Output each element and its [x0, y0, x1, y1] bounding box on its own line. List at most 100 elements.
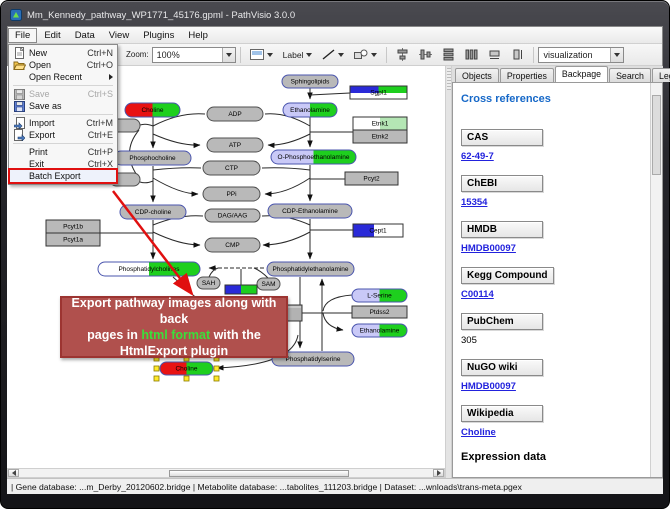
menu-data[interactable]: Data [68, 28, 102, 43]
visualization-dropdown-arrow-icon[interactable] [610, 48, 623, 62]
crossref-link[interactable]: HMDB00097 [461, 381, 646, 392]
menu-file[interactable]: File [8, 28, 37, 43]
pathway-node-pcyt2[interactable]: Pcyt2 [345, 172, 398, 185]
pathway-node-phosphatidylcholines[interactable]: Phosphatidylcholines [98, 262, 200, 276]
crossref-link[interactable]: 62-49-7 [461, 151, 646, 162]
scroll-right-button[interactable] [433, 469, 444, 477]
crossref-link[interactable]: 15354 [461, 197, 646, 208]
pathway-node-etnk1[interactable]: Etnk1 [353, 117, 407, 130]
file-menu-item-batch-export[interactable]: Batch Export [10, 170, 116, 182]
pathway-node-cept1[interactable]: Cept1 [353, 224, 403, 237]
crossref-link[interactable]: Choline [461, 427, 646, 438]
panel-scrollbar[interactable] [650, 83, 662, 477]
file-menu-item-new[interactable]: NewCtrl+N [10, 47, 116, 59]
common-height-button[interactable] [506, 46, 529, 64]
tab-backpage[interactable]: Backpage [555, 66, 608, 82]
pathway-node-sam[interactable]: SAM [257, 278, 280, 290]
node-label: Phosphocholine [129, 155, 176, 162]
file-menu-item-save-as[interactable]: Save as [10, 100, 116, 112]
file-menu-item-print[interactable]: PrintCtrl+P [10, 146, 116, 158]
pathway-node-ethanolamine-2[interactable]: Ethanolamine [352, 324, 407, 337]
common-width-button[interactable] [483, 46, 506, 64]
menu-edit[interactable]: Edit [37, 28, 67, 43]
menu-item-shortcut: Ctrl+S [88, 89, 113, 99]
pathway-node-dag-aag[interactable]: DAG/AAG [205, 209, 260, 222]
selection-handle[interactable] [214, 366, 219, 371]
file-menu-item-import[interactable]: ImportCtrl+M [10, 117, 116, 129]
shape-tool-button[interactable] [349, 46, 382, 64]
node-label: Choline [141, 107, 163, 114]
pathway-node-ctp[interactable]: CTP [203, 161, 260, 175]
splitter-handle-icon[interactable] [447, 68, 451, 90]
tab-objects[interactable]: Objects [455, 68, 499, 82]
align-vertical-center-button[interactable] [414, 46, 437, 64]
pathway-node-sphingolipids[interactable]: Sphingolipids [282, 75, 338, 88]
expression-data-heading: Expression data [461, 451, 646, 463]
panel-splitter[interactable] [445, 66, 452, 478]
pathway-node-o-phosphoethanolamine[interactable]: O-Phosphoethanolamine [271, 150, 356, 164]
menu-item-shortcut: Ctrl+O [87, 60, 113, 70]
crossref-link[interactable]: HMDB00097 [461, 243, 646, 254]
label-tool-button[interactable]: Label [278, 46, 318, 64]
pathway-node-choline-selected[interactable]: Choline [154, 356, 219, 381]
save-icon [12, 89, 27, 100]
scroll-left-button[interactable] [8, 469, 19, 477]
align-horizontal-center-button[interactable] [391, 46, 414, 64]
pathway-node-pemt-box[interactable] [225, 285, 257, 294]
file-menu-item-export[interactable]: ExportCtrl+E [10, 129, 116, 141]
pathway-node-cdp-choline[interactable]: CDP-choline [120, 205, 186, 219]
selection-handle[interactable] [154, 376, 159, 381]
selection-handle[interactable] [154, 366, 159, 371]
menu-item-shortcut: Ctrl+X [88, 159, 113, 169]
canvas-horizontal-scrollbar[interactable] [7, 468, 445, 478]
menu-item-label: Save [27, 89, 88, 99]
pathway-node-cdp-ethanolamine[interactable]: CDP-Ethanolamine [268, 204, 352, 218]
file-menu-item-save[interactable]: SaveCtrl+S [10, 88, 116, 100]
menu-item-label: Batch Export [27, 171, 113, 181]
saveas-icon [12, 101, 27, 112]
file-menu-item-open-recent[interactable]: Open Recent [10, 71, 116, 83]
tab-search[interactable]: Search [609, 68, 651, 82]
pathway-node-l-serine[interactable]: L-Serine [352, 289, 407, 302]
pathway-node-phosphocholine[interactable]: Phosphocholine [114, 151, 191, 165]
selection-handle[interactable] [214, 376, 219, 381]
file-menu-item-exit[interactable]: ExitCtrl+X [10, 158, 116, 170]
pathway-node-ptdss2[interactable]: Ptdss2 [352, 306, 407, 318]
datanode-tool-button[interactable] [245, 46, 278, 64]
pathway-node-cmp[interactable]: CMP [205, 238, 260, 252]
pathway-node-adp[interactable]: ADP [207, 107, 263, 121]
file-menu-item-open[interactable]: OpenCtrl+O [10, 59, 116, 71]
visualization-combobox[interactable]: visualization [538, 47, 624, 63]
zoom-combobox[interactable]: 100% [152, 47, 236, 63]
align-vertical-center-icon [419, 48, 432, 61]
node-label: Ethanolamine [360, 328, 400, 335]
tab-properties[interactable]: Properties [500, 68, 554, 82]
pathway-node-etnk2[interactable]: Etnk2 [353, 130, 407, 143]
pathway-node-pcyt1b[interactable]: Pcyt1b [46, 220, 100, 233]
panel-scrollbar-thumb[interactable] [652, 95, 661, 175]
selection-handle[interactable] [184, 376, 189, 381]
pathway-node-ethanolamine[interactable]: Ethanolamine [283, 103, 337, 117]
zoom-dropdown-arrow-icon[interactable] [222, 48, 235, 62]
menu-plugins[interactable]: Plugins [136, 28, 181, 43]
menu-item-shortcut: Ctrl+P [88, 147, 113, 157]
pathway-node-sah[interactable]: SAH [197, 277, 220, 289]
pathway-node-pcyt1a[interactable]: Pcyt1a [46, 233, 100, 246]
menu-view[interactable]: View [102, 28, 136, 43]
pathway-node-choline[interactable]: Choline [125, 103, 180, 117]
annotation-line-2: pages in html format with the [62, 327, 286, 343]
pathway-node-sgpl1[interactable]: Sgpl1 [350, 86, 407, 99]
pathway-node-atp[interactable]: ATP [207, 138, 263, 152]
stack-vertical-button[interactable] [437, 46, 460, 64]
menu-help[interactable]: Help [181, 28, 215, 43]
scrollbar-thumb[interactable] [169, 470, 349, 477]
crossref-link[interactable]: C00114 [461, 289, 646, 300]
stack-horizontal-button[interactable] [460, 46, 483, 64]
pathway-node-phosphatidylethanolamine[interactable]: Phosphatidylethanolamine [267, 262, 354, 276]
line-tool-button[interactable] [317, 46, 349, 64]
menu-separator [13, 114, 113, 115]
toolbar-separator [533, 47, 534, 63]
tab-legend[interactable]: Legend [652, 68, 670, 82]
pathway-node-ppi[interactable]: PPi [203, 187, 260, 201]
node-label: Etnk2 [372, 134, 389, 141]
